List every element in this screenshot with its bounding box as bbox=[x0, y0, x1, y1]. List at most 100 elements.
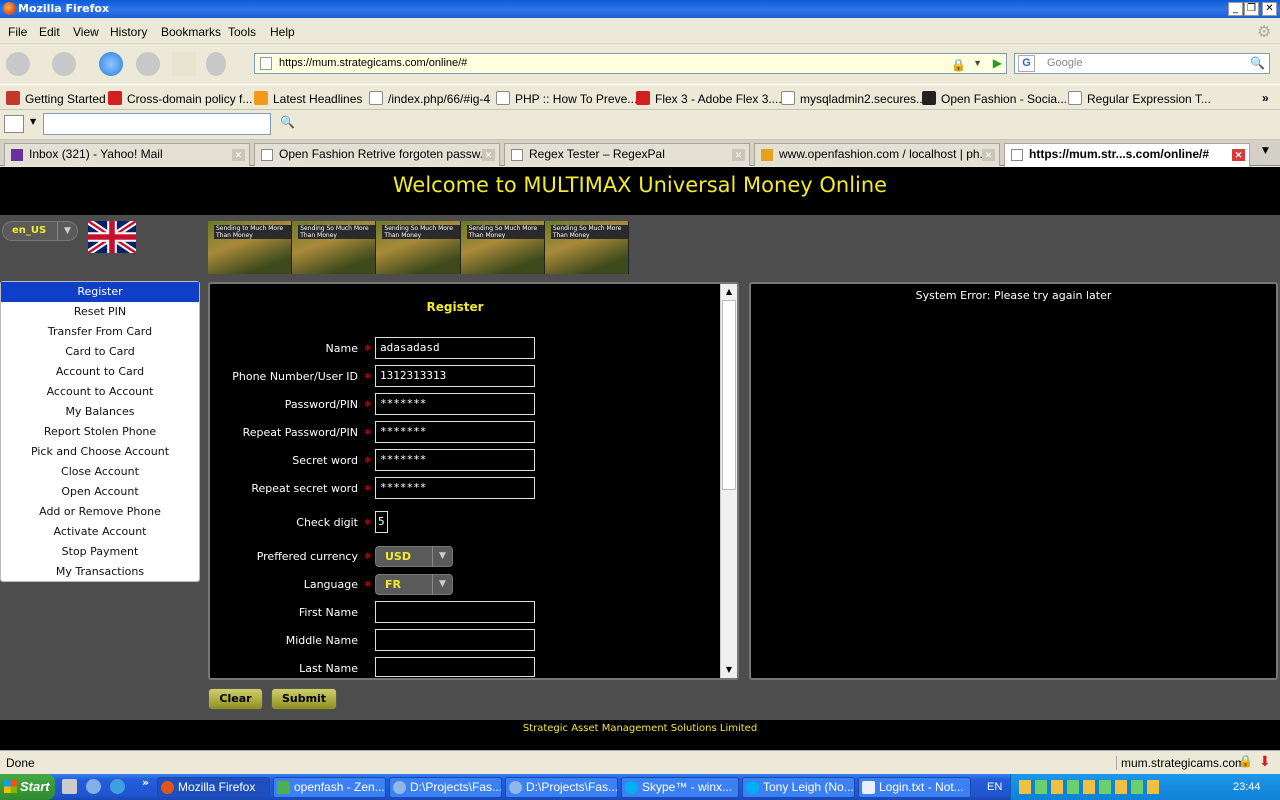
task-projects-1[interactable]: D:\Projects\Fas... bbox=[389, 777, 502, 798]
bookmark-item[interactable]: Latest Headlines bbox=[254, 91, 362, 106]
close-window-button[interactable]: ✕ bbox=[1262, 2, 1277, 16]
close-tab-icon[interactable]: ✕ bbox=[982, 149, 995, 161]
download-arrow-icon[interactable]: ⬇ bbox=[1259, 753, 1271, 770]
url-bar[interactable]: https://mum.strategicams.com/online/# 🔒 … bbox=[254, 53, 1007, 74]
addon-icon[interactable] bbox=[206, 52, 226, 76]
clock[interactable]: 23:44 bbox=[1233, 774, 1261, 800]
bookmark-item[interactable]: PHP :: How To Preve... bbox=[496, 91, 637, 106]
menu-history[interactable]: History bbox=[110, 25, 147, 39]
menu-view[interactable]: View bbox=[73, 25, 99, 39]
search-icon[interactable]: 🔍 bbox=[1250, 54, 1265, 73]
tab-yahoo-mail[interactable]: Inbox (321) - Yahoo! Mail ✕ bbox=[4, 143, 250, 166]
check-digit-input[interactable]: 5 bbox=[375, 511, 388, 533]
sidebar-item-pick-and-choose-account[interactable]: Pick and Choose Account bbox=[1, 442, 199, 462]
forward-icon[interactable] bbox=[52, 52, 76, 76]
menu-edit[interactable]: Edit bbox=[39, 25, 60, 39]
url-dropdown-icon[interactable]: ▼ bbox=[973, 54, 982, 73]
sidebar-item-close-account[interactable]: Close Account bbox=[1, 462, 199, 482]
close-tab-icon[interactable]: ✕ bbox=[1232, 149, 1245, 161]
quicklaunch-icon[interactable] bbox=[86, 779, 101, 794]
sidebar-item-transfer-from-card[interactable]: Transfer From Card bbox=[1, 322, 199, 342]
reload-icon[interactable] bbox=[99, 52, 123, 76]
bookmarks-overflow-icon[interactable]: » bbox=[1262, 91, 1269, 105]
ie-icon[interactable] bbox=[110, 779, 125, 794]
stop-icon[interactable] bbox=[136, 52, 160, 76]
task-zend[interactable]: openfash - Zen... bbox=[273, 777, 386, 798]
start-button[interactable]: Start bbox=[0, 774, 55, 800]
close-tab-icon[interactable]: ✕ bbox=[732, 149, 745, 161]
name-input[interactable]: adasadasd bbox=[375, 337, 535, 359]
menu-file[interactable]: File bbox=[8, 25, 27, 39]
tab-list-icon[interactable]: ▼ bbox=[1262, 146, 1269, 156]
sidebar-item-card-to-card[interactable]: Card to Card bbox=[1, 342, 199, 362]
sidebar-item-report-stolen-phone[interactable]: Report Stolen Phone bbox=[1, 422, 199, 442]
home-icon[interactable] bbox=[172, 52, 196, 76]
secret-word-input[interactable]: ******* bbox=[375, 449, 535, 471]
bookmark-item[interactable]: Flex 3 - Adobe Flex 3.... bbox=[636, 91, 782, 106]
back-icon[interactable] bbox=[6, 52, 30, 76]
last-name-input[interactable] bbox=[375, 657, 535, 677]
language-select[interactable]: FR ▼ bbox=[375, 574, 453, 595]
go-icon[interactable]: ▶ bbox=[993, 54, 1002, 73]
task-firefox[interactable]: Mozilla Firefox bbox=[157, 777, 270, 798]
password-input[interactable]: ******* bbox=[375, 393, 535, 415]
bookmark-item[interactable]: Getting Started bbox=[6, 91, 106, 106]
tab-regexpal[interactable]: Regex Tester – RegexPal ✕ bbox=[504, 143, 750, 166]
quicklaunch-overflow-icon[interactable]: » bbox=[142, 776, 149, 789]
phone-input[interactable]: 1312313313 bbox=[375, 365, 535, 387]
sidebar-item-account-to-card[interactable]: Account to Card bbox=[1, 362, 199, 382]
sidebar-item-my-balances[interactable]: My Balances bbox=[1, 402, 199, 422]
sidebar-item-reset-pin[interactable]: Reset PIN bbox=[1, 302, 199, 322]
tab-open-fashion[interactable]: Open Fashion Retrive forgoten passw... ✕ bbox=[254, 143, 500, 166]
bookmark-item[interactable]: /index.php/66/#ig-4 bbox=[369, 91, 490, 106]
scroll-thumb[interactable] bbox=[722, 300, 736, 490]
status-domain[interactable]: mum.strategicams.com bbox=[1116, 756, 1245, 770]
quicklaunch-icon[interactable] bbox=[62, 779, 77, 794]
locale-select[interactable]: en_US ▼ bbox=[2, 221, 78, 241]
toolbar-search-input[interactable] bbox=[43, 113, 271, 135]
clear-button[interactable]: Clear bbox=[208, 688, 263, 710]
task-skype[interactable]: Skype™ - winx... bbox=[621, 777, 739, 798]
tab-multimax[interactable]: https://mum.str...s.com/online/# ✕ bbox=[1004, 143, 1250, 167]
close-tab-icon[interactable]: ✕ bbox=[232, 149, 245, 161]
bookmark-item[interactable]: Regular Expression T... bbox=[1068, 91, 1211, 106]
tray-icons[interactable] bbox=[1019, 780, 1159, 794]
bookmark-item[interactable]: Cross-domain policy f... bbox=[108, 91, 252, 106]
scroll-up-icon[interactable]: ▲ bbox=[723, 286, 735, 298]
scroll-down-icon[interactable]: ▼ bbox=[723, 664, 735, 676]
task-projects-2[interactable]: D:\Projects\Fas... bbox=[505, 777, 618, 798]
search-input[interactable]: G Google 🔍 bbox=[1014, 53, 1270, 74]
tab-phpmyadmin[interactable]: www.openfashion.com / localhost | ph... ✕ bbox=[754, 143, 1000, 166]
register-scrollbar[interactable]: ▲ ▼ bbox=[720, 284, 737, 678]
sidebar-item-stop-payment[interactable]: Stop Payment bbox=[1, 542, 199, 562]
close-tab-icon[interactable]: ✕ bbox=[482, 149, 495, 161]
middle-name-input[interactable] bbox=[375, 629, 535, 651]
toolbar-logo-icon[interactable] bbox=[4, 115, 24, 133]
task-notepad[interactable]: Login.txt - Not... bbox=[858, 777, 971, 798]
lock-icon[interactable]: 🔒 bbox=[1238, 754, 1253, 768]
sidebar-item-add-or-remove-phone[interactable]: Add or Remove Phone bbox=[1, 502, 199, 522]
repeat-password-input[interactable]: ******* bbox=[375, 421, 535, 443]
uk-flag-icon[interactable] bbox=[88, 221, 136, 253]
bookmark-item[interactable]: mysqladmin2.secures... bbox=[781, 91, 926, 106]
toolbar-dropdown-icon[interactable]: ▼ bbox=[30, 117, 36, 126]
menu-help[interactable]: Help bbox=[270, 25, 295, 39]
maximize-button[interactable]: ❐ bbox=[1244, 2, 1259, 16]
menu-bookmarks[interactable]: Bookmarks bbox=[161, 25, 221, 39]
sidebar-item-account-to-account[interactable]: Account to Account bbox=[1, 382, 199, 402]
task-chat[interactable]: Tony Leigh (No... bbox=[742, 777, 855, 798]
sidebar-item-open-account[interactable]: Open Account bbox=[1, 482, 199, 502]
menu-tools[interactable]: Tools bbox=[228, 25, 256, 39]
first-name-input[interactable] bbox=[375, 601, 535, 623]
toolbar-search-icon[interactable]: 🔍 bbox=[280, 115, 295, 129]
google-icon[interactable]: G bbox=[1018, 55, 1035, 72]
sidebar-item-register[interactable]: Register bbox=[1, 282, 199, 302]
currency-select[interactable]: USD ▼ bbox=[375, 546, 453, 567]
bookmark-item[interactable]: Open Fashion - Socia... bbox=[922, 91, 1067, 106]
sidebar-item-my-transactions[interactable]: My Transactions bbox=[1, 562, 199, 582]
language-indicator[interactable]: EN bbox=[987, 774, 1002, 800]
sidebar-item-activate-account[interactable]: Activate Account bbox=[1, 522, 199, 542]
minimize-button[interactable]: _ bbox=[1228, 2, 1243, 16]
submit-button[interactable]: Submit bbox=[271, 688, 337, 710]
repeat-secret-word-input[interactable]: ******* bbox=[375, 477, 535, 499]
